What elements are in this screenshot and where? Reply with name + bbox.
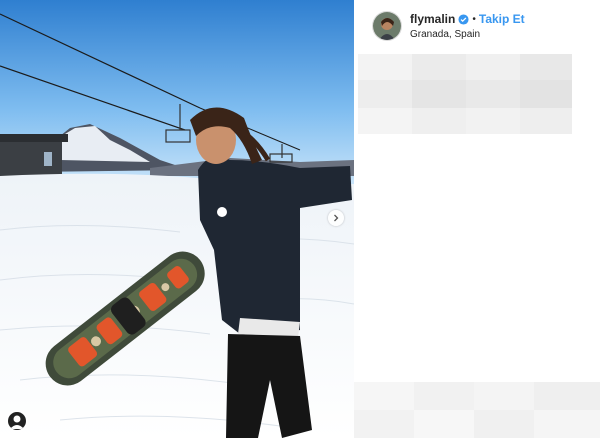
tagged-users-icon[interactable]: [6, 410, 28, 432]
blurred-footer-area: [354, 382, 600, 438]
location-link[interactable]: Granada, Spain: [410, 29, 525, 40]
header-text: flymalin • Takip Et Granada, Spain: [410, 12, 525, 40]
username-link[interactable]: flymalin: [410, 12, 455, 26]
separator-dot: •: [472, 13, 476, 25]
snowboard-photo: [0, 0, 354, 438]
instagram-post: flymalin • Takip Et Granada, Spain: [0, 0, 600, 438]
blurred-caption-area: [354, 52, 574, 138]
post-header: flymalin • Takip Et Granada, Spain: [372, 10, 525, 42]
follow-button[interactable]: Takip Et: [479, 12, 525, 26]
post-sidebar: flymalin • Takip Et Granada, Spain: [354, 0, 600, 438]
header-row: flymalin • Takip Et: [410, 12, 525, 26]
avatar[interactable]: [372, 11, 402, 41]
verified-badge-icon: [458, 13, 469, 25]
carousel-next-button[interactable]: [328, 210, 344, 226]
post-photo[interactable]: [0, 0, 354, 438]
chevron-right-icon: [334, 214, 339, 222]
